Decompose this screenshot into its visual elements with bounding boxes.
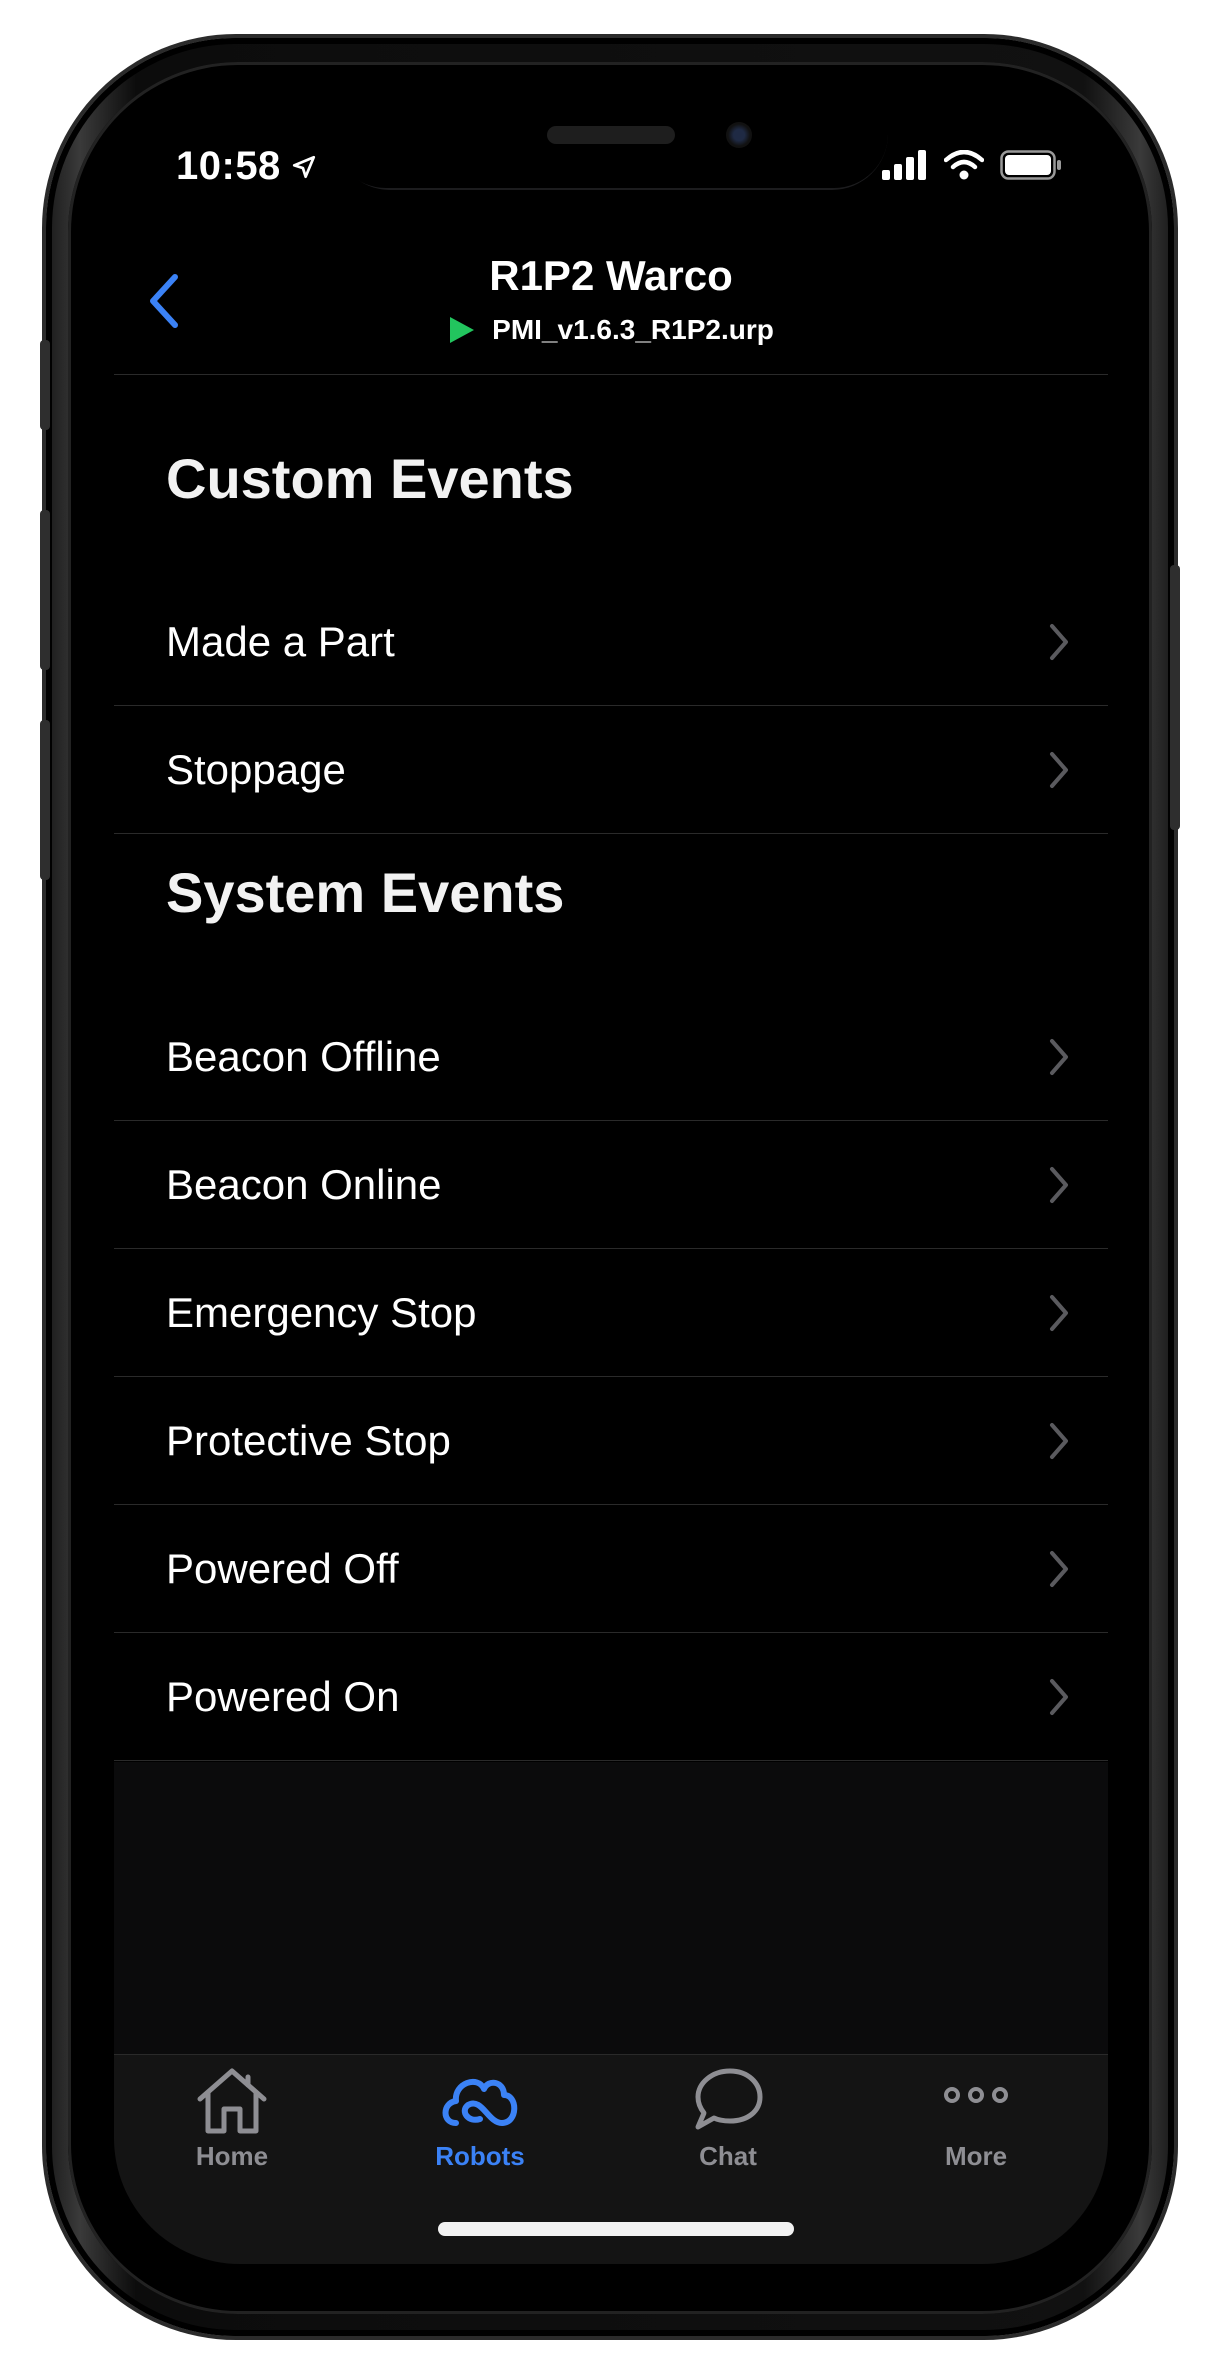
list-item-emergency-stop[interactable]: Emergency Stop — [114, 1250, 1108, 1377]
list-item-protective-stop[interactable]: Protective Stop — [114, 1378, 1108, 1505]
wifi-icon — [944, 150, 984, 180]
chat-bubble-icon — [695, 2068, 763, 2130]
volume-up-button — [40, 510, 50, 670]
list-item-label: Beacon Offline — [166, 1033, 441, 1080]
status-bar-right — [882, 150, 1062, 180]
header-divider — [114, 374, 1108, 375]
section-title-system-events: System Events — [166, 861, 565, 924]
list-item-made-a-part[interactable]: Made a Part — [114, 579, 1108, 706]
list-item-label: Beacon Online — [166, 1161, 442, 1208]
battery-icon — [1000, 150, 1061, 180]
speaker — [547, 126, 675, 144]
list-item-label: Powered Off — [166, 1545, 399, 1592]
chevron-right-icon — [1050, 624, 1068, 660]
home-indicator — [438, 2222, 794, 2236]
tab-more[interactable]: More — [866, 2065, 1086, 2195]
page-title: R1P2 Warco — [489, 252, 733, 299]
status-time: 10:58 — [176, 144, 281, 188]
tab-home[interactable]: Home — [122, 2065, 342, 2195]
list-item-beacon-online[interactable]: Beacon Online — [114, 1122, 1108, 1249]
list-item-label: Powered On — [166, 1673, 400, 1720]
play-icon — [450, 317, 475, 343]
tab-label: Chat — [699, 2141, 757, 2171]
chevron-right-icon — [1050, 752, 1068, 788]
robots-icon — [442, 2078, 518, 2126]
power-button — [1170, 565, 1180, 830]
chevron-right-icon — [1050, 1295, 1068, 1331]
tab-label: Robots — [435, 2141, 525, 2171]
tab-label: More — [944, 2141, 1008, 2171]
mute-switch — [40, 340, 50, 430]
location-arrow-icon — [292, 155, 315, 178]
tab-robots[interactable]: Robots — [370, 2065, 590, 2195]
list-item-powered-on[interactable]: Powered On — [114, 1634, 1108, 1761]
chevron-right-icon — [1050, 1039, 1068, 1075]
tab-label: Home — [195, 2141, 269, 2171]
chevron-right-icon — [1050, 1423, 1068, 1459]
volume-down-button — [40, 720, 50, 880]
section-title-custom-events: Custom Events — [166, 447, 574, 510]
tab-chat[interactable]: Chat — [618, 2065, 838, 2195]
list-item-beacon-offline[interactable]: Beacon Offline — [114, 994, 1108, 1121]
list-item-label: Emergency Stop — [166, 1289, 477, 1336]
list-item-label: Made a Part — [166, 618, 395, 665]
house-icon — [197, 2068, 267, 2134]
program-status: PMI_v1.6.3_R1P2.urp — [114, 314, 1108, 346]
chevron-right-icon — [1050, 1679, 1068, 1715]
program-name: PMI_v1.6.3_R1P2.urp — [492, 314, 774, 345]
chevron-right-icon — [1050, 1551, 1068, 1587]
empty-list-area — [114, 1762, 1108, 2054]
screen: 10:58 R1P2 Warco PMI_v1.6.3_R1P2.urp Cus… — [114, 104, 1108, 2264]
ellipsis-icon — [944, 2087, 1008, 2103]
status-bar-time-group: 10:58 — [176, 144, 317, 189]
chevron-right-icon — [1050, 1167, 1068, 1203]
list-item-label: Protective Stop — [166, 1417, 451, 1464]
list-item-label: Stoppage — [166, 746, 346, 793]
notch-inner — [332, 104, 888, 188]
list-item-stoppage[interactable]: Stoppage — [114, 707, 1108, 834]
cellular-signal-icon — [882, 150, 926, 180]
camera — [726, 122, 752, 148]
list-item-powered-off[interactable]: Powered Off — [114, 1506, 1108, 1633]
